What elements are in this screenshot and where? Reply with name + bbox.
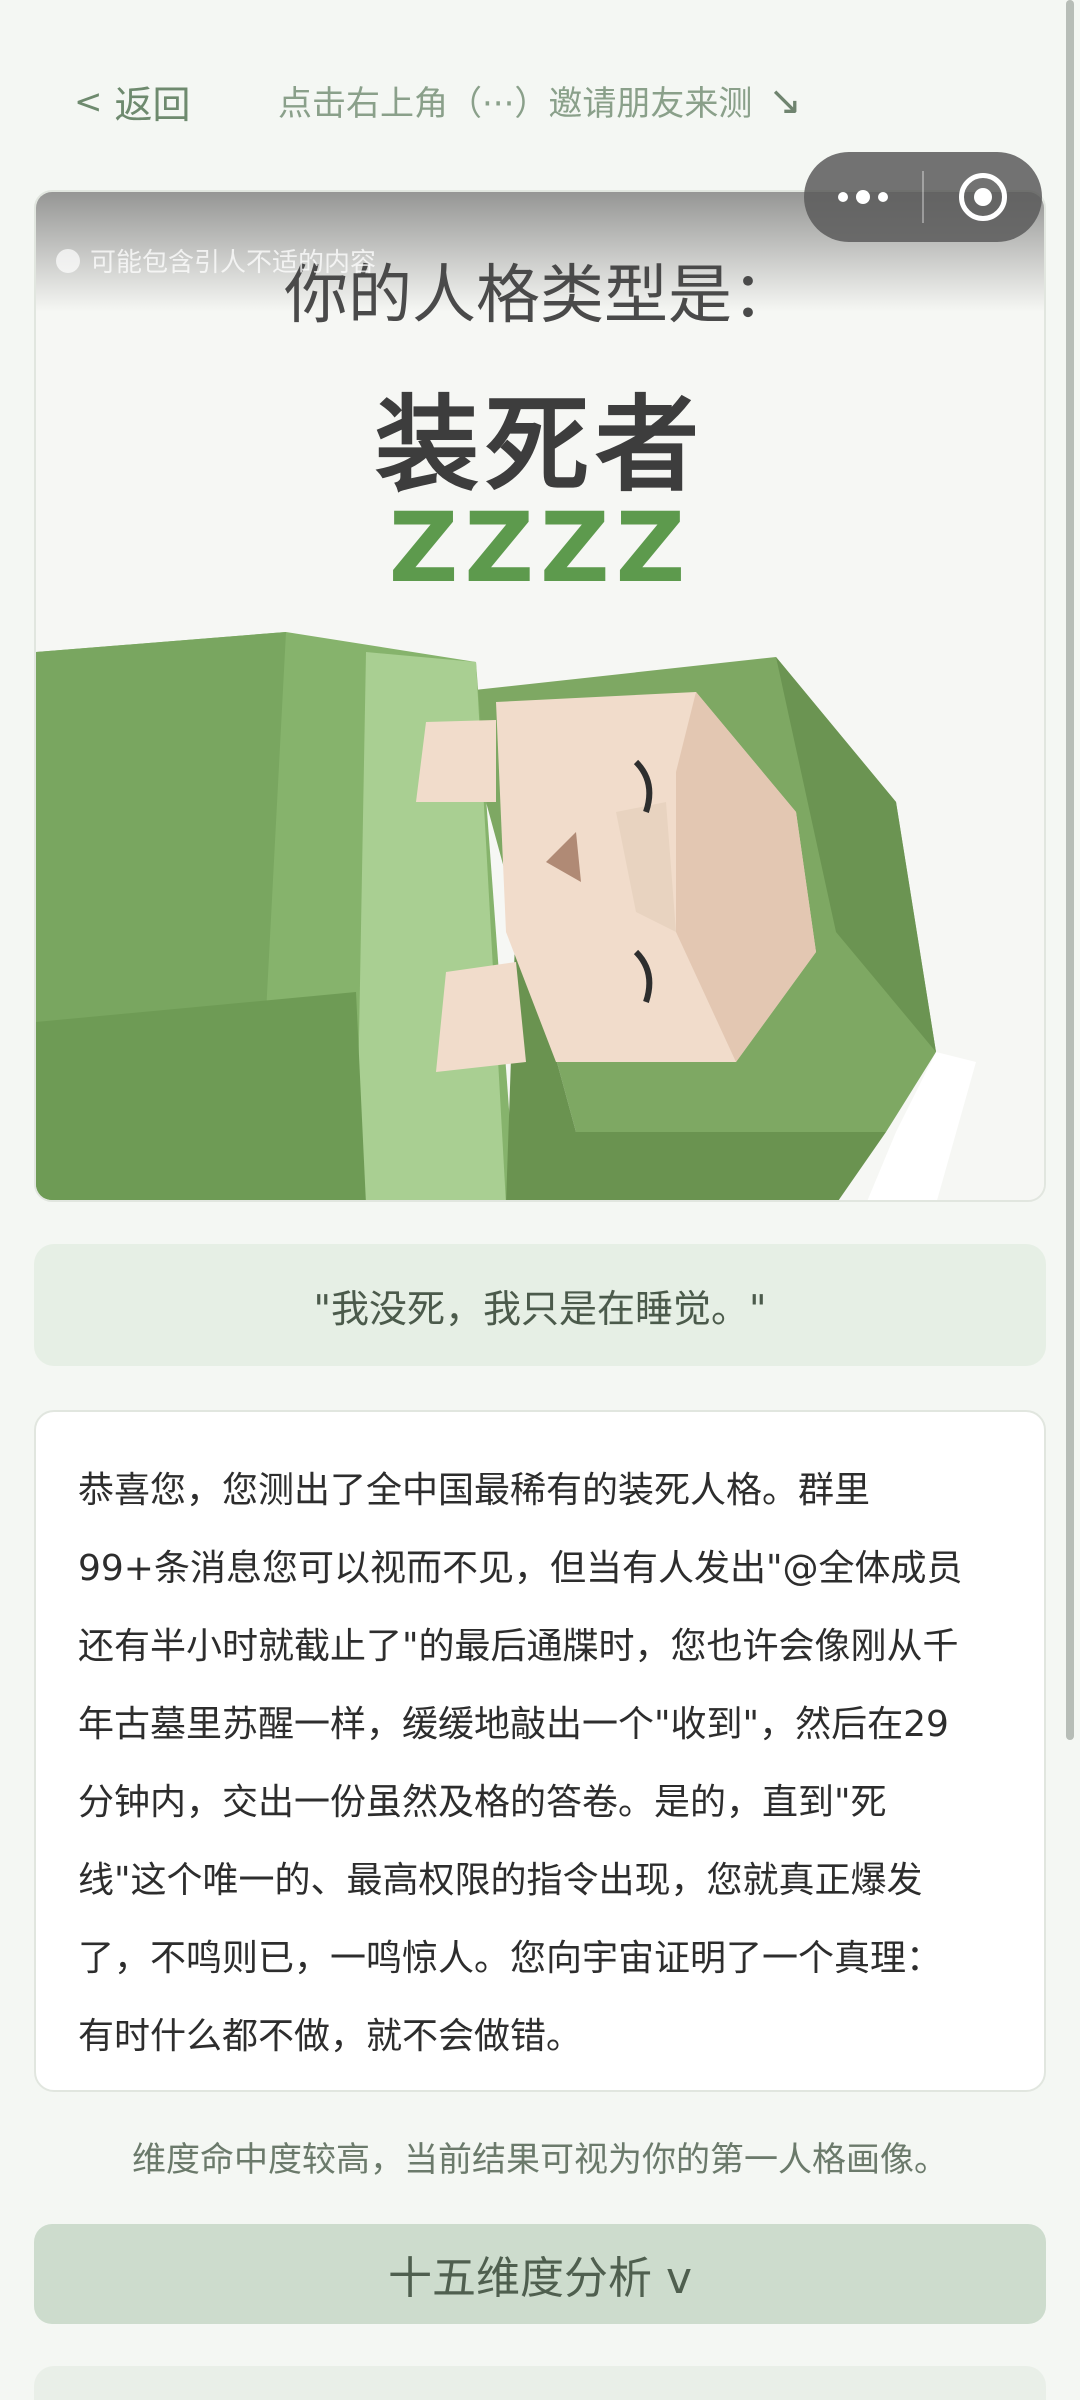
scrollbar[interactable] xyxy=(1066,0,1074,1740)
back-label: 返回 xyxy=(114,83,191,127)
result-title: 装死者 xyxy=(374,384,705,506)
dot-icon xyxy=(838,192,848,202)
description-card: 恭喜您，您测出了全中国最稀有的装死人格。群里99+条消息您可以视而不见，但当有人… xyxy=(34,1410,1046,2092)
page: < 返回 点击右上角（···）邀请朋友来测 ↘ 你的人格类型是： 装死者 ZZZ… xyxy=(0,0,1080,2400)
dot-icon xyxy=(878,192,888,202)
content-warning: 可能包含引人不适的内容 xyxy=(56,242,376,279)
more-options-button[interactable] xyxy=(804,190,922,204)
sleeping-person-illustration xyxy=(36,632,1044,1200)
description-text: 恭喜您，您测出了全中国最稀有的装死人格。群里99+条消息您可以视而不见，但当有人… xyxy=(78,1470,963,2057)
dot-icon xyxy=(856,190,870,204)
dimension-analysis-label: 十五维度分析 v xyxy=(387,2253,693,2304)
arrow-down-right-icon: ↘ xyxy=(768,77,802,124)
back-button[interactable]: < 返回 xyxy=(74,74,191,129)
match-note: 维度命中度较高，当前结果可视为你的第一人格画像。 xyxy=(132,2140,948,2180)
close-mini-program-button[interactable] xyxy=(924,173,1042,221)
top-bar: < 返回 点击右上角（···）邀请朋友来测 ↘ xyxy=(0,62,1080,142)
content-warning-text: 可能包含引人不适的内容 xyxy=(90,248,377,278)
result-image[interactable]: 你的人格类型是： 装死者 ZZZZ xyxy=(34,190,1046,1202)
result-code: ZZZZ xyxy=(388,492,692,604)
target-icon xyxy=(959,173,1007,221)
result-quote: "我没死，我只是在睡觉。" xyxy=(34,1244,1046,1366)
share-hint-text: 点击右上角（···）邀请朋友来测 xyxy=(278,84,753,124)
dimension-analysis-button[interactable]: 十五维度分析 v xyxy=(34,2224,1046,2324)
share-hint: 点击右上角（···）邀请朋友来测 ↘ xyxy=(278,76,802,125)
info-icon xyxy=(56,248,80,273)
mini-program-capsule xyxy=(804,152,1042,242)
chevron-left-icon: < xyxy=(74,81,103,122)
next-section-card xyxy=(34,2366,1046,2400)
